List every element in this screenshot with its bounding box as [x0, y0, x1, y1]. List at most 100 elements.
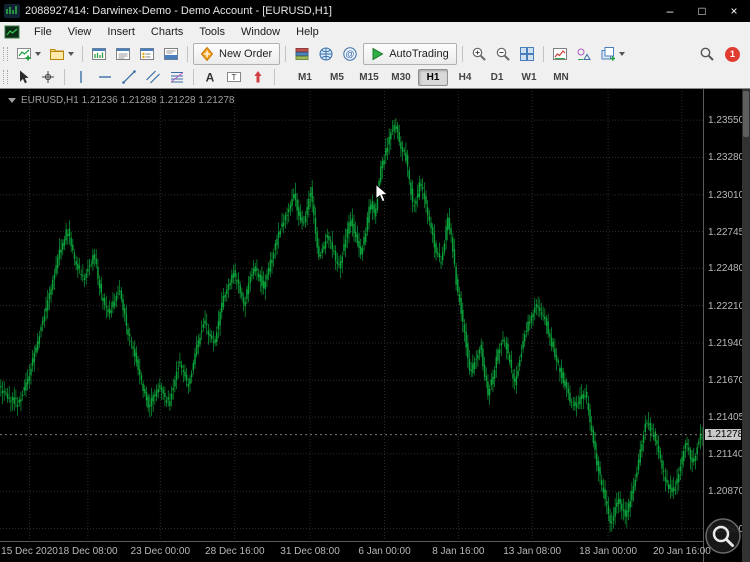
menu-item-file[interactable]: File: [26, 24, 60, 40]
notifications-button[interactable]: 1: [720, 43, 749, 65]
search-icon: [699, 46, 715, 62]
new-chart-button[interactable]: [13, 43, 44, 65]
text-icon: A: [202, 69, 218, 85]
price-axis-label: 1.21940: [708, 338, 745, 349]
menu-item-insert[interactable]: Insert: [99, 24, 143, 40]
notification-badge[interactable]: 1: [725, 46, 740, 62]
indicators-icon: [552, 46, 568, 62]
main-toolbar: New Order @ AutoTrading 1: [0, 42, 750, 67]
chart-profiles-button[interactable]: [46, 43, 77, 65]
price-axis-label: 1.22210: [708, 300, 745, 312]
templates-icon: [600, 46, 616, 62]
objects-list-button[interactable]: [573, 43, 595, 65]
timeframe-d1[interactable]: D1: [482, 69, 512, 86]
autotrading-button[interactable]: AutoTrading: [363, 43, 457, 65]
menu-item-charts[interactable]: Charts: [143, 24, 191, 40]
menu-item-window[interactable]: Window: [233, 24, 288, 40]
crosshair-icon: [40, 69, 56, 85]
time-axis-label: 18 Dec 08:00: [58, 546, 118, 557]
timeframe-w1[interactable]: W1: [514, 69, 544, 86]
toolbar-separator: [193, 69, 194, 85]
minimize-button[interactable]: –: [654, 0, 686, 22]
horizontal-line-button[interactable]: [94, 66, 116, 88]
dropdown-caret-icon[interactable]: [618, 52, 625, 56]
plot-area[interactable]: [0, 91, 703, 541]
time-axis-label: 18 Jan 00:00: [579, 546, 638, 557]
terminal-button[interactable]: [160, 43, 182, 65]
timeframe-h4[interactable]: H4: [450, 69, 480, 86]
toolbar-grip[interactable]: [3, 70, 8, 84]
timeframe-m5[interactable]: M5: [322, 69, 352, 86]
crosshair-button[interactable]: [37, 66, 59, 88]
chart-expander-icon[interactable]: [8, 98, 16, 103]
toolbar-separator: [285, 46, 287, 62]
svg-text:@: @: [346, 49, 355, 59]
menu-bar: File View Insert Charts Tools Window Hel…: [0, 22, 750, 43]
timeframe-m30[interactable]: M30: [386, 69, 416, 86]
close-button[interactable]: ×: [718, 0, 750, 22]
time-axis-label: 6 Jan 00:00: [358, 546, 411, 557]
svg-text:T: T: [232, 73, 237, 82]
scrollbar-thumb[interactable]: [743, 91, 749, 137]
arrows-button[interactable]: [247, 66, 269, 88]
market-watch-button[interactable]: [88, 43, 110, 65]
price-axis-label: 1.22745: [708, 226, 745, 238]
price-axis-label: 1.23550: [708, 115, 745, 127]
vertical-line-icon: [73, 69, 89, 85]
toolbar-grip[interactable]: [3, 47, 8, 61]
tile-windows-button[interactable]: [516, 43, 538, 65]
community-at-button[interactable]: @: [339, 43, 361, 65]
maximize-button[interactable]: □: [686, 0, 718, 22]
text-button[interactable]: A: [199, 66, 221, 88]
navigator-icon: [139, 46, 155, 62]
app-logo-icon: [4, 4, 20, 18]
trendline-button[interactable]: [118, 66, 140, 88]
timeframe-m15[interactable]: M15: [354, 69, 384, 86]
text-label-icon: T: [226, 69, 242, 85]
time-axis-label: 8 Jan 16:00: [432, 546, 485, 557]
dropdown-caret-icon[interactable]: [35, 52, 41, 56]
chart-area: EURUSD,H1 1.21236 1.21288 1.21228 1.2127…: [0, 88, 750, 562]
tile-windows-icon: [519, 46, 535, 62]
zoom-out-button[interactable]: [492, 43, 514, 65]
magnifier-icon[interactable]: [703, 516, 743, 561]
menu-item-help[interactable]: Help: [288, 24, 327, 40]
toolbar-separator: [82, 46, 83, 62]
vertical-scrollbar[interactable]: [742, 89, 750, 562]
search-button[interactable]: [696, 43, 718, 65]
toolbar-separator: [274, 69, 275, 85]
data-window-icon: [115, 46, 131, 62]
templates-button[interactable]: [597, 43, 628, 65]
menu-item-tools[interactable]: Tools: [191, 24, 233, 40]
arrows-icon: [250, 69, 266, 85]
autotrading-label: AutoTrading: [389, 48, 449, 60]
new-order-label: New Order: [219, 48, 273, 60]
zoom-in-icon: [471, 46, 487, 62]
channel-button[interactable]: [142, 66, 164, 88]
new-order-button[interactable]: New Order: [193, 43, 281, 65]
timeframe-mn[interactable]: MN: [546, 69, 576, 86]
dropdown-caret-icon[interactable]: [68, 52, 74, 56]
chart-menu-icon[interactable]: [4, 25, 20, 39]
objects-list-icon: [576, 46, 592, 62]
new-chart-icon: [16, 46, 32, 62]
fibonacci-button[interactable]: [166, 66, 188, 88]
signals-globe-button[interactable]: [315, 43, 337, 65]
indicators-button[interactable]: [549, 43, 571, 65]
market-books-button[interactable]: [291, 43, 313, 65]
zoom-in-button[interactable]: [468, 43, 490, 65]
terminal-icon: [163, 46, 179, 62]
timeframe-h1[interactable]: H1: [418, 68, 448, 86]
menu-item-view[interactable]: View: [60, 24, 100, 40]
navigator-button[interactable]: [136, 43, 158, 65]
text-label-button[interactable]: T: [223, 66, 245, 88]
time-axis: 15 Dec 2020 18 Dec 08:00 23 Dec 00:00 28 De…: [0, 541, 711, 562]
time-axis-label: 28 Dec 16:00: [205, 546, 265, 557]
title-bar: 2088927414: Darwinex-Demo - Demo Account…: [0, 0, 750, 22]
vertical-line-button[interactable]: [70, 66, 92, 88]
cursor-button[interactable]: [13, 66, 35, 88]
data-window-button[interactable]: [112, 43, 134, 65]
channel-icon: [145, 69, 161, 85]
time-axis-label: 13 Jan 08:00: [503, 546, 562, 557]
timeframe-m1[interactable]: M1: [290, 69, 320, 86]
